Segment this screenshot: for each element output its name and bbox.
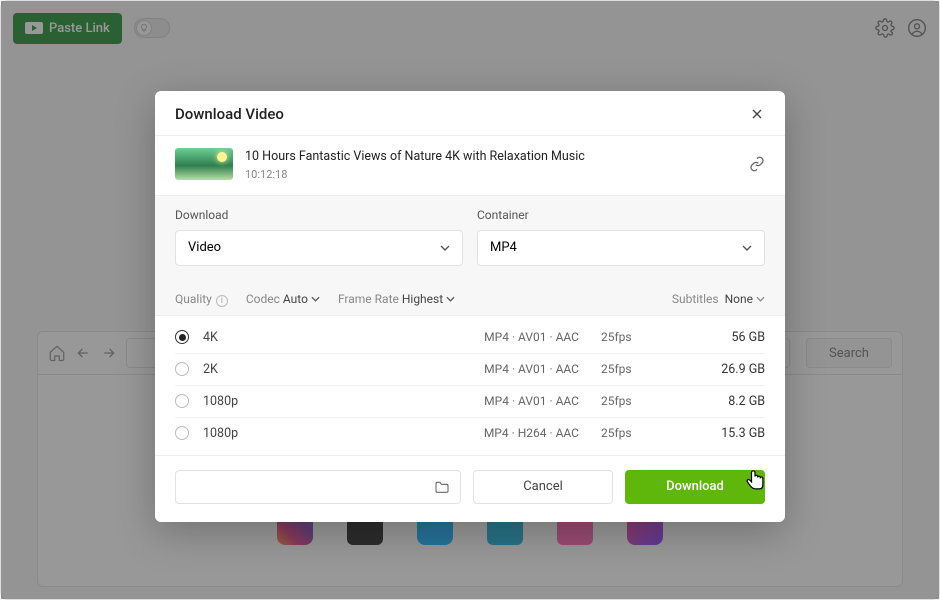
quality-format: MP4 · AV01 · AAC xyxy=(301,394,579,408)
framerate-dropdown[interactable]: Frame Rate Highest xyxy=(338,292,455,306)
quality-size: 8.2 GB xyxy=(675,394,765,409)
download-video-dialog: Download Video 10 Hours Fantastic Views … xyxy=(155,91,785,522)
info-icon[interactable]: i xyxy=(216,295,228,307)
chevron-down-icon xyxy=(742,245,752,251)
container-select[interactable]: MP4 xyxy=(477,230,765,266)
quality-res: 1080p xyxy=(203,394,293,409)
link-icon[interactable] xyxy=(749,156,765,172)
video-info-row: 10 Hours Fantastic Views of Nature 4K wi… xyxy=(155,136,785,196)
radio-icon xyxy=(175,330,189,344)
filter-bar: Quality i Codec Auto Frame Rate Highest S… xyxy=(155,282,785,316)
quality-format: MP4 · AV01 · AAC xyxy=(301,362,579,376)
download-button[interactable]: Download xyxy=(625,470,765,504)
quality-size: 15.3 GB xyxy=(675,426,765,441)
save-path-input[interactable] xyxy=(175,470,461,504)
radio-icon xyxy=(175,426,189,440)
quality-size: 56 GB xyxy=(675,330,765,345)
container-label: Container xyxy=(477,208,765,222)
quality-option[interactable]: 4K MP4 · AV01 · AAC 25fps 56 GB xyxy=(175,322,765,354)
subtitles-dropdown[interactable]: Subtitles None xyxy=(672,292,765,306)
quality-option[interactable]: 1080p MP4 · AV01 · AAC 25fps 8.2 GB xyxy=(175,386,765,418)
quality-size: 26.9 GB xyxy=(675,362,765,377)
chevron-down-icon xyxy=(756,296,765,302)
quality-fps: 25fps xyxy=(587,330,667,344)
quality-res: 1080p xyxy=(203,426,293,441)
quality-option[interactable]: 1080p MP4 · H264 · AAC 25fps 15.3 GB xyxy=(175,418,765,449)
download-type-label: Download xyxy=(175,208,463,222)
quality-list: 4K MP4 · AV01 · AAC 25fps 56 GB 2K MP4 ·… xyxy=(155,316,785,449)
video-duration: 10:12:18 xyxy=(245,168,585,181)
radio-icon xyxy=(175,394,189,408)
chevron-down-icon xyxy=(311,296,320,302)
close-icon[interactable] xyxy=(749,106,765,122)
video-thumbnail xyxy=(175,148,233,180)
quality-format: MP4 · AV01 · AAC xyxy=(301,330,579,344)
folder-icon xyxy=(434,480,450,494)
quality-res: 4K xyxy=(203,330,293,345)
dialog-footer: Cancel Download xyxy=(155,455,785,522)
quality-fps: 25fps xyxy=(587,362,667,376)
selectors-row: Download Video Container MP4 xyxy=(155,196,785,282)
chevron-down-icon xyxy=(440,245,450,251)
quality-fps: 25fps xyxy=(587,394,667,408)
codec-dropdown[interactable]: Codec Auto xyxy=(246,292,320,306)
quality-filter-label: Quality xyxy=(175,292,212,306)
chevron-down-icon xyxy=(446,296,455,302)
radio-icon xyxy=(175,362,189,376)
dialog-title: Download Video xyxy=(175,105,284,123)
video-title: 10 Hours Fantastic Views of Nature 4K wi… xyxy=(245,148,585,166)
cancel-button[interactable]: Cancel xyxy=(473,470,613,504)
download-type-select[interactable]: Video xyxy=(175,230,463,266)
quality-res: 2K xyxy=(203,362,293,377)
quality-format: MP4 · H264 · AAC xyxy=(301,426,579,440)
quality-option[interactable]: 2K MP4 · AV01 · AAC 25fps 26.9 GB xyxy=(175,354,765,386)
quality-fps: 25fps xyxy=(587,426,667,440)
